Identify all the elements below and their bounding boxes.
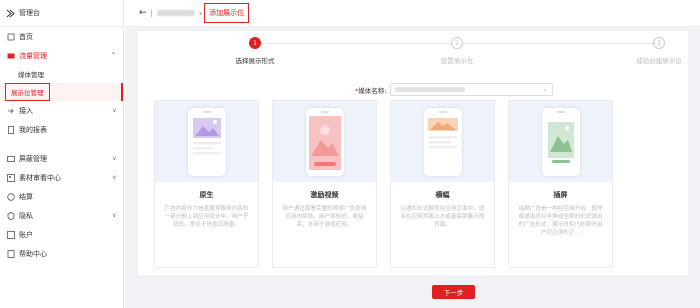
- chevron-down-icon: v: [112, 212, 116, 219]
- format-card-interstitial[interactable]: 插屏 插屏广告是一种在应用开启、暂停或退出时以半屏或全屏的形式弹出的广告形式，展…: [508, 100, 613, 268]
- step-2: 2 设置展示位: [417, 37, 497, 65]
- card-description: 以通栏形式展现在应用页面中，适合在应用页面上方或者底部展示的页面。: [400, 206, 485, 228]
- card-title: 原生: [199, 191, 214, 199]
- sidebar-item-label: 媒体管理: [18, 71, 44, 79]
- sidebar-item-label: 素材审看中心: [19, 173, 61, 182]
- step-label: 选择展示形式: [235, 57, 275, 65]
- sidebar-item-label: 接入: [19, 106, 33, 115]
- step-label: 成功创建展示位: [636, 57, 682, 65]
- sidebar-title: 管理台: [19, 9, 40, 17]
- logo-icon: [6, 9, 15, 18]
- step-number: 2: [451, 37, 463, 49]
- sidebar-item-material[interactable]: 素材审看中心 v: [0, 168, 123, 187]
- chevron-right-icon: ›: [198, 8, 203, 18]
- media-name-field: *媒体名称: ⌄: [355, 83, 554, 96]
- step-1: 1 选择展示形式: [215, 37, 295, 65]
- sidebar-item-traffic[interactable]: 流量管理 ^: [0, 46, 123, 65]
- main-area: ← | › 添加展示位 1 选择展示形式 2 设置展示位 3 成功创建展示位 *…: [125, 0, 700, 308]
- sidebar-item-help[interactable]: 帮助中心: [0, 244, 123, 263]
- sidebar-item-block[interactable]: 屏蔽管理 v: [0, 149, 123, 168]
- home-icon: [6, 32, 15, 41]
- step-number: 3: [653, 37, 665, 49]
- media-name-label: *媒体名称:: [355, 85, 386, 95]
- sidebar-item-settle[interactable]: 结算: [0, 187, 123, 206]
- breadcrumb-blurred-media[interactable]: [156, 10, 195, 16]
- step-indicator: 1 选择展示形式 2 设置展示位 3 成功创建展示位: [138, 37, 688, 67]
- sidebar: 管理台 首页 流量管理 ^ 媒体管理 展示位管理 接入 v 我的报表 屏蔽管理 …: [0, 0, 124, 308]
- sidebar-item-label: 隐私: [19, 211, 33, 220]
- sidebar-item-label: 帮助中心: [19, 249, 47, 258]
- format-card-banner[interactable]: 横幅 以通栏形式展现在应用页面中，适合在应用页面上方或者底部展示的页面。: [390, 100, 495, 268]
- chevron-down-icon: v: [112, 107, 116, 114]
- step-label: 设置展示位: [440, 57, 474, 65]
- block-icon: [6, 154, 15, 163]
- sidebar-item-label: 屏蔽管理: [19, 154, 47, 163]
- back-arrow-icon[interactable]: ←: [139, 8, 147, 18]
- step-number: 1: [249, 37, 261, 49]
- card-thumbnail: [509, 101, 612, 182]
- breadcrumb-separator: |: [150, 9, 153, 17]
- sidebar-header: 管理台: [0, 0, 123, 27]
- format-card-native[interactable]: 原生 广告内容作为信息展现服务内容的一部分融入到应用设计中，用户干扰低，常见于信…: [154, 100, 259, 268]
- sidebar-item-label: 我的报表: [19, 125, 47, 134]
- chevron-up-icon: ^: [110, 52, 116, 59]
- phone-mockup-icon: [187, 107, 226, 176]
- media-name-blurred-value: [395, 87, 466, 92]
- chevron-down-icon: v: [112, 174, 116, 181]
- card-description: 广告内容作为信息展现服务内容的一部分融入到应用设计中，用户干扰低，常见于信息流场…: [164, 206, 249, 228]
- sidebar-item-account[interactable]: 账户: [0, 225, 123, 244]
- account-icon: [6, 230, 15, 239]
- phone-mockup-icon: [305, 107, 344, 176]
- sidebar-item-label: 账户: [19, 230, 33, 239]
- report-icon: [6, 125, 15, 134]
- sidebar-item-label: 首页: [19, 32, 33, 41]
- breadcrumb: ← | › 添加展示位: [125, 0, 700, 27]
- media-name-select[interactable]: ⌄: [390, 83, 554, 96]
- sidebar-item-privacy[interactable]: 隐私 v: [0, 206, 123, 225]
- format-card-rewarded-video[interactable]: 激励视频 用户通过观看完整的视频广告获得应用内奖励，用户体验好，收益高，多用于游…: [272, 100, 377, 268]
- card-title: 激励视频: [310, 191, 339, 199]
- step-3: 3 成功创建展示位: [619, 37, 699, 65]
- sidebar-item-label: 展示位管理: [5, 83, 50, 101]
- next-step-button[interactable]: 下一步: [432, 285, 475, 299]
- settle-icon: [6, 192, 15, 201]
- chevron-down-icon: ⌄: [542, 86, 548, 93]
- sidebar-subitem-placement[interactable]: 展示位管理: [0, 83, 123, 101]
- format-cards: 原生 广告内容作为信息展现服务内容的一部分融入到应用设计中，用户干扰低，常见于信…: [154, 100, 613, 268]
- breadcrumb-current: 添加展示位: [204, 3, 250, 23]
- card-title: 横幅: [435, 191, 450, 199]
- sidebar-item-access[interactable]: 接入 v: [0, 101, 123, 120]
- media-name-label-text: 媒体名称:: [358, 86, 387, 95]
- sidebar-subitem-media[interactable]: 媒体管理: [0, 65, 123, 83]
- card-description: 插屏广告是一种在应用开启、暂停或退出时以半屏或全屏的形式弹出的广告形式，展示时机…: [518, 206, 603, 236]
- content-panel: 1 选择展示形式 2 设置展示位 3 成功创建展示位 *媒体名称: ⌄ 原生 广…: [138, 31, 688, 275]
- card-thumbnail: [391, 101, 494, 182]
- chevron-down-icon: v: [112, 155, 116, 162]
- card-description: 用户通过观看完整的视频广告获得应用内奖励，用户体验好，收益高，多用于游戏应用。: [282, 206, 367, 228]
- sidebar-item-report[interactable]: 我的报表: [0, 120, 123, 139]
- access-icon: [6, 106, 15, 115]
- sidebar-item-label: 结算: [19, 192, 33, 201]
- privacy-icon: [6, 211, 15, 220]
- card-thumbnail: [273, 101, 376, 182]
- sidebar-item-home[interactable]: 首页: [0, 27, 123, 46]
- phone-mockup-icon: [541, 107, 580, 176]
- help-icon: [6, 249, 15, 258]
- card-thumbnail: [155, 101, 258, 182]
- traffic-icon: [6, 51, 15, 60]
- material-icon: [6, 173, 15, 182]
- phone-mockup-icon: [423, 107, 462, 176]
- sidebar-item-label: 流量管理: [19, 51, 47, 60]
- card-title: 插屏: [553, 191, 568, 199]
